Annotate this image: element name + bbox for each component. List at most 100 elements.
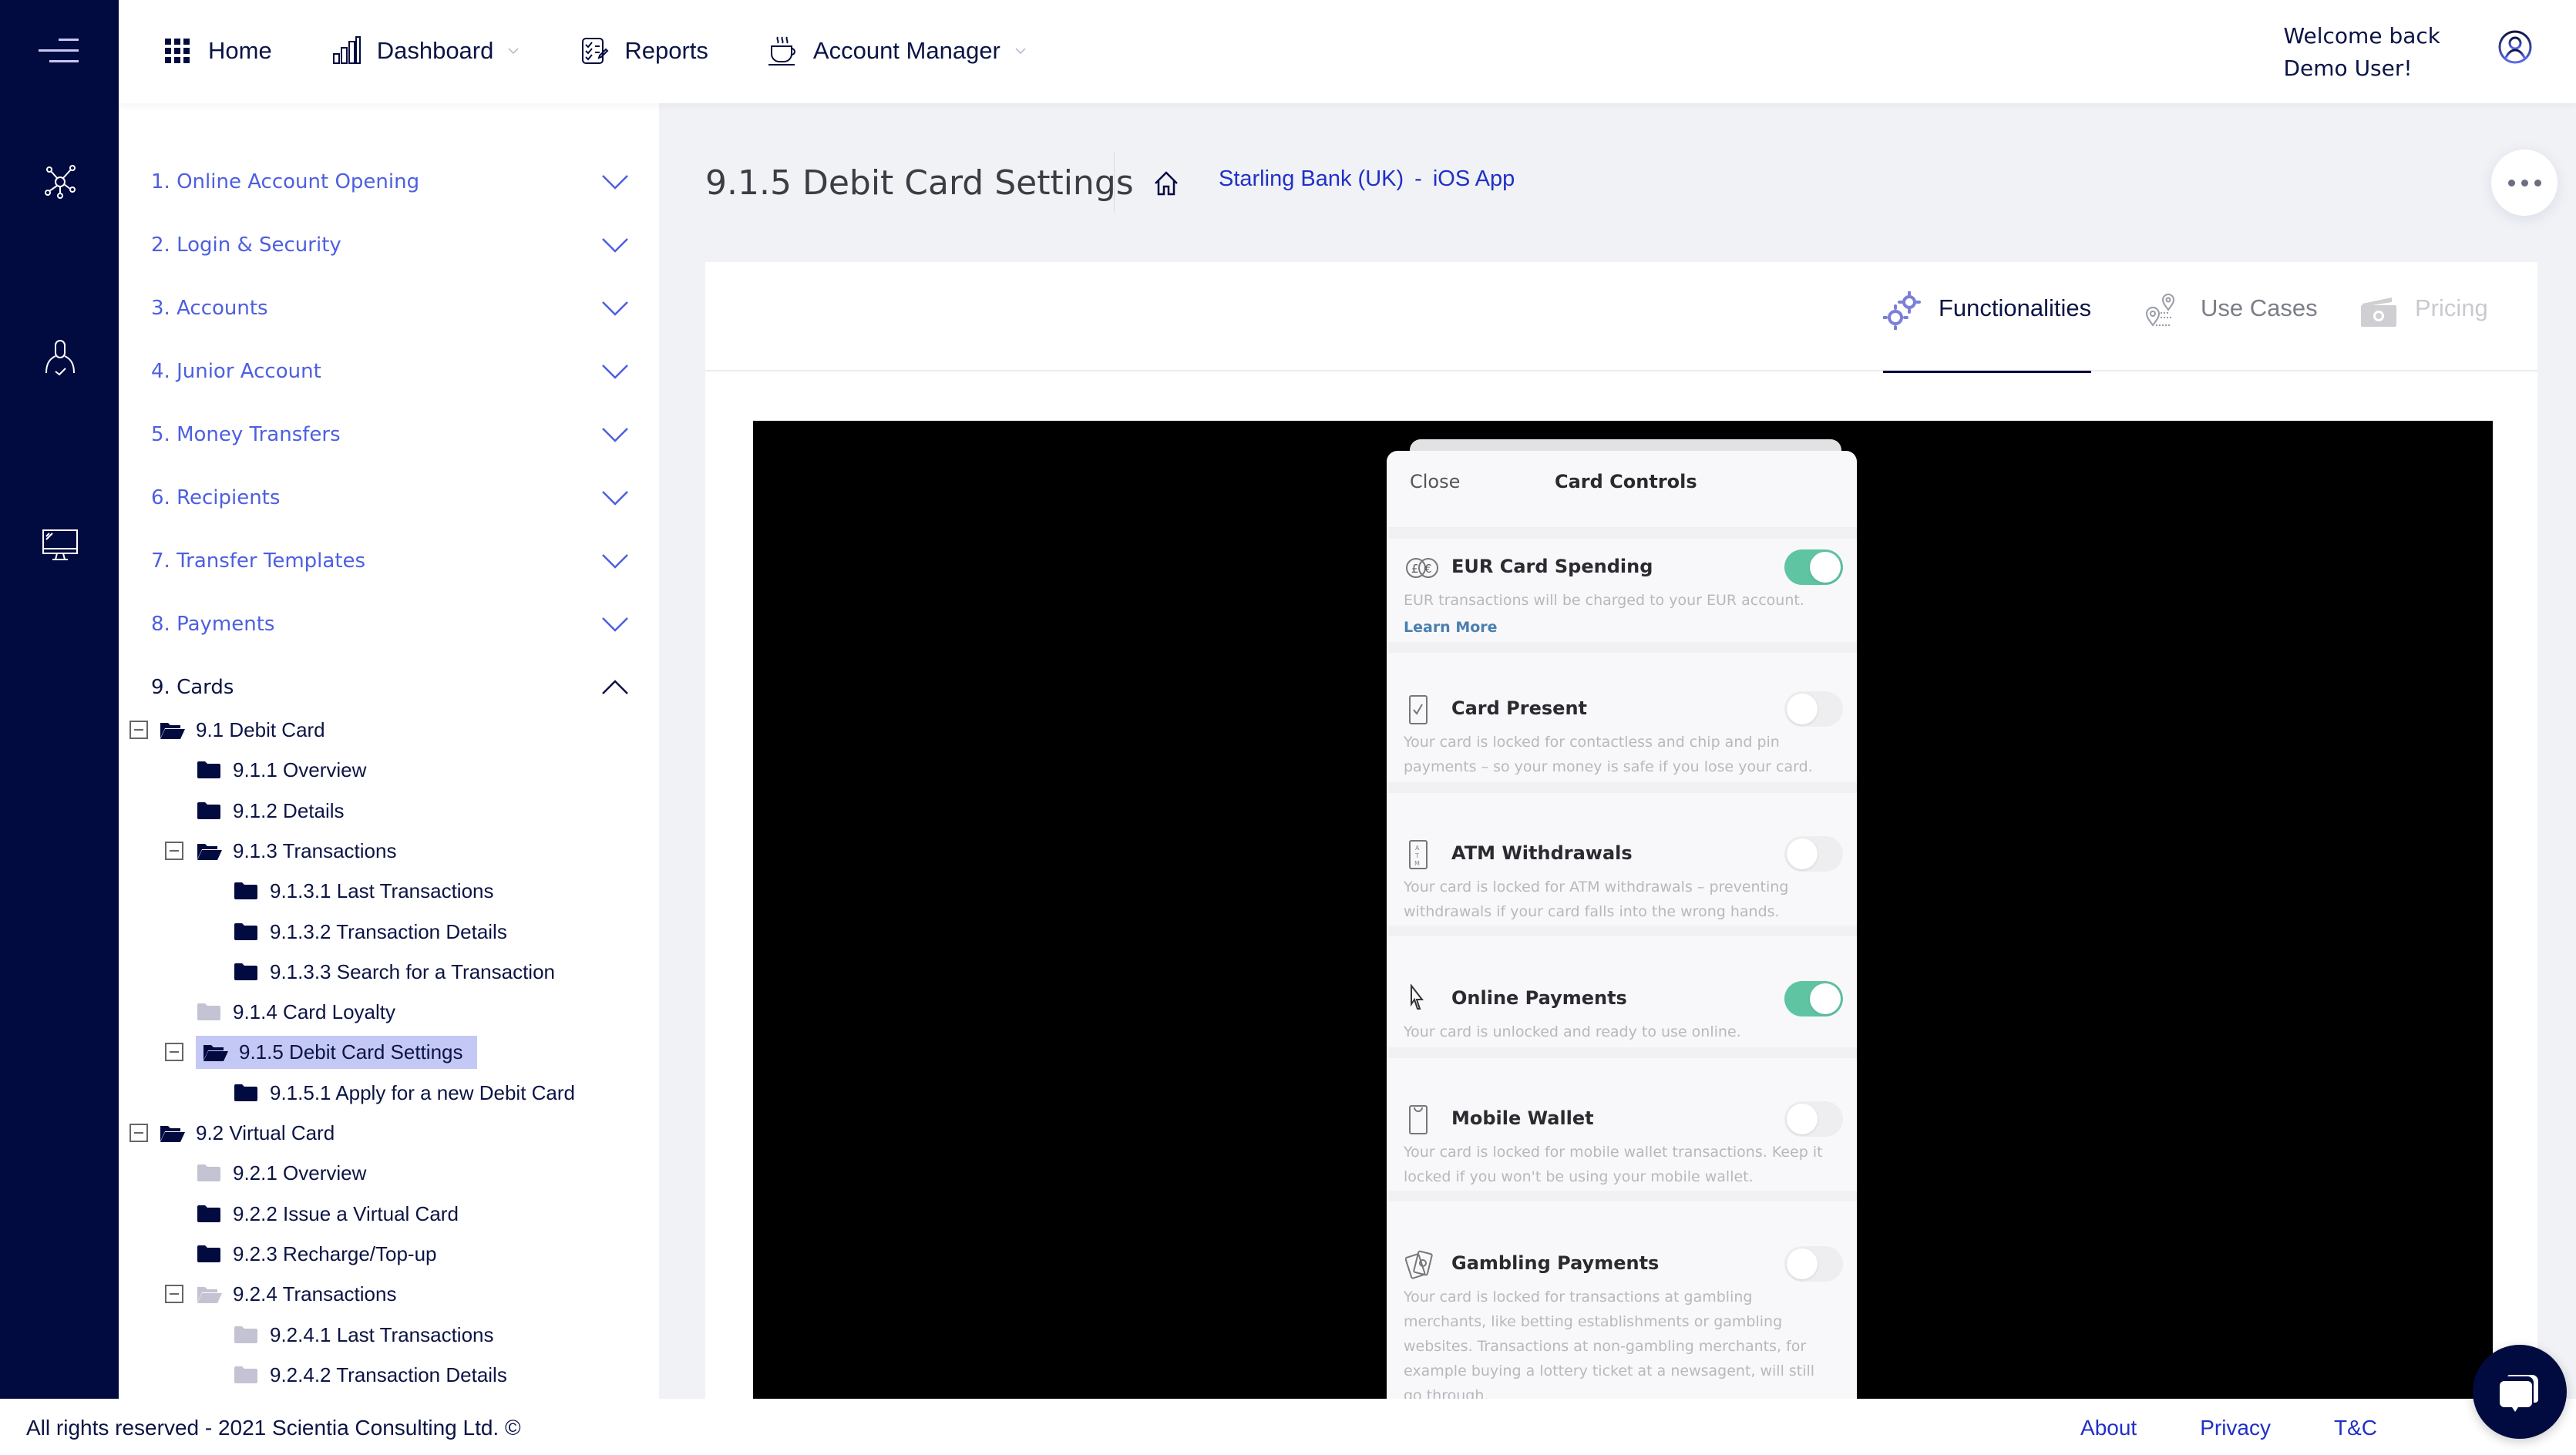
report-checklist-icon	[582, 38, 609, 64]
tree-item[interactable]: 9.1.1 Overview	[196, 751, 372, 789]
tab-use-cases[interactable]: Use Cases	[2145, 294, 2318, 371]
control-title: ATM Withdrawals	[1451, 842, 1633, 864]
network-icon[interactable]	[39, 159, 82, 202]
footer-link-tc[interactable]: T&C	[2334, 1416, 2377, 1440]
control-toggle[interactable]	[1784, 549, 1843, 585]
breadcrumb: Starling Bank (UK) - iOS App	[1219, 166, 1515, 192]
learn-more-link[interactable]: Learn More	[1404, 619, 1498, 636]
sidebar-section-transfer-templates[interactable]: 7. Transfer Templates	[151, 538, 629, 584]
sidebar-section-junior-account[interactable]: 4. Junior Account	[151, 348, 629, 395]
control-description: Your card is locked for mobile wallet tr…	[1404, 1144, 1823, 1185]
welcome-line-2: Demo User!	[2283, 55, 2413, 81]
folder-icon	[197, 1205, 220, 1222]
tree-item[interactable]: 9.1.3.1 Last Transactions	[233, 872, 500, 910]
footer-links: About Privacy T&C	[2017, 1416, 2377, 1440]
svg-text:M: M	[1414, 860, 1420, 867]
tree-item[interactable]: 9.2.4.2 Transaction Details	[233, 1356, 513, 1394]
control-toggle[interactable]	[1784, 836, 1843, 872]
sidebar-section-online-account-opening[interactable]: 1. Online Account Opening	[151, 159, 629, 205]
nav-account-manager-label: Account Manager	[812, 37, 1000, 64]
chevron-up-icon	[602, 680, 628, 694]
control-toggle[interactable]	[1784, 1101, 1843, 1137]
section-label: 1. Online Account Opening	[151, 170, 420, 193]
nav-dashboard[interactable]: Dashboard	[331, 35, 520, 66]
collapse-toggle[interactable]	[129, 1124, 148, 1142]
folder-open-icon	[160, 1126, 185, 1142]
tree-item[interactable]: 9.1.3 Transactions	[196, 832, 402, 870]
folder-open-icon	[197, 844, 222, 860]
tab-pricing[interactable]: Pricing	[2359, 294, 2488, 371]
control-toggle[interactable]	[1784, 691, 1843, 727]
tree-item[interactable]: 9.2 Virtual Card	[159, 1114, 341, 1152]
tree-item[interactable]: 9.2.2 Issue a Virtual Card	[196, 1195, 465, 1233]
sidebar-section-login-security[interactable]: 2. Login & Security	[151, 222, 629, 268]
control-description: Your card is unlocked and ready to use o…	[1404, 1023, 1741, 1040]
menu-icon[interactable]	[37, 39, 79, 63]
tree-item-label: 9.1.5.1 Apply for a new Debit Card	[270, 1080, 576, 1104]
sidebar-section-accounts[interactable]: 3. Accounts	[151, 285, 629, 331]
breadcrumb-bank[interactable]: Starling Bank (UK)	[1219, 166, 1404, 192]
nav-dashboard-label: Dashboard	[376, 37, 494, 64]
folder-icon	[197, 761, 220, 778]
chevron-down-icon	[602, 238, 628, 253]
control-toggle[interactable]	[1784, 1246, 1843, 1282]
user-check-icon[interactable]	[39, 339, 82, 382]
page-title: 9.1.5 Debit Card Settings	[705, 163, 1134, 203]
nav-account-manager[interactable]: Account Manager	[767, 35, 1027, 66]
tree-item[interactable]: 9.1.3.3 Search for a Transaction	[233, 953, 561, 991]
nav-home[interactable]: Home	[162, 35, 272, 66]
video-player[interactable]: Close Card Controls £ € EUR Card Spending E…	[753, 421, 2493, 1426]
tab-use-cases-label: Use Cases	[2201, 294, 2318, 321]
tree-item[interactable]: 9.2.4 Transactions	[196, 1275, 402, 1313]
left-rail	[0, 0, 119, 1399]
control-toggle[interactable]	[1784, 981, 1843, 1016]
collapse-toggle[interactable]	[129, 721, 148, 739]
tree-item[interactable]: 9.1.4 Card Loyalty	[196, 993, 402, 1031]
tab-functionalities[interactable]: Functionalities	[1883, 291, 2092, 373]
tree-item[interactable]: 9.2.4.1 Last Transactions	[233, 1316, 500, 1354]
tree-item-label: 9.1.3.1 Last Transactions	[270, 879, 494, 902]
folder-open-icon	[203, 1045, 228, 1061]
nav-reports[interactable]: Reports	[578, 35, 708, 66]
breadcrumb-platform[interactable]: iOS App	[1433, 166, 1515, 192]
divider	[1387, 1191, 1857, 1201]
collapse-toggle[interactable]	[165, 1043, 183, 1061]
tree-item[interactable]: 9.2.3 Recharge/Top-up	[196, 1235, 443, 1273]
sidebar-section-cards[interactable]: 9. Cards	[151, 664, 629, 711]
folder-icon	[234, 1084, 257, 1101]
folder-icon	[197, 1003, 220, 1020]
section-label: 6. Recipients	[151, 486, 281, 509]
section-label: 3. Accounts	[151, 297, 268, 320]
footer-link-privacy[interactable]: Privacy	[2200, 1416, 2271, 1440]
more-options-button[interactable]	[2491, 150, 2558, 216]
main-content: 9.1.5 Debit Card Settings Starling Bank …	[659, 103, 2576, 1426]
tree-item-label: 9.2.1 Overview	[233, 1161, 367, 1184]
tree-item[interactable]: 9.1.2 Details	[196, 791, 351, 830]
control-title: Online Payments	[1451, 987, 1627, 1009]
chevron-down-icon	[602, 617, 628, 632]
tree-item-label: 9.2.4 Transactions	[233, 1282, 397, 1305]
footer-link-about[interactable]: About	[2080, 1416, 2137, 1440]
sheet-title: Card Controls	[1555, 471, 1697, 492]
home-icon[interactable]	[1152, 170, 1180, 197]
tree-item[interactable]: 9.1.5.1 Apply for a new Debit Card	[233, 1074, 581, 1112]
tree-item[interactable]: 9.1.5 Debit Card Settings	[196, 1033, 477, 1071]
tree-item-label: 9.1.3 Transactions	[233, 838, 397, 862]
chat-button[interactable]	[2473, 1345, 2567, 1439]
user-circle-icon[interactable]	[2497, 29, 2533, 65]
collapse-toggle[interactable]	[165, 842, 183, 860]
divider	[1387, 1047, 1857, 1058]
tree-item[interactable]: 9.1 Debit Card	[159, 711, 331, 749]
sidebar-section-recipients[interactable]: 6. Recipients	[151, 475, 629, 521]
phone-screenshot: Close Card Controls £ € EUR Card Spending E…	[1387, 439, 1857, 1426]
tree-item-label: 9.1 Debit Card	[196, 717, 325, 741]
sidebar-section-money-transfers[interactable]: 5. Money Transfers	[151, 412, 629, 458]
card-controls-sheet: Close Card Controls £ € EUR Card Spending E…	[1387, 451, 1857, 1426]
collapse-toggle[interactable]	[165, 1285, 183, 1303]
tree-item[interactable]: 9.2.1 Overview	[196, 1154, 372, 1192]
tree-item[interactable]: 9.1.3.2 Transaction Details	[233, 912, 513, 951]
chevron-down-icon	[602, 491, 628, 506]
close-button[interactable]: Close	[1410, 471, 1460, 492]
sidebar-section-payments[interactable]: 8. Payments	[151, 601, 629, 647]
monitor-icon[interactable]	[39, 524, 82, 567]
